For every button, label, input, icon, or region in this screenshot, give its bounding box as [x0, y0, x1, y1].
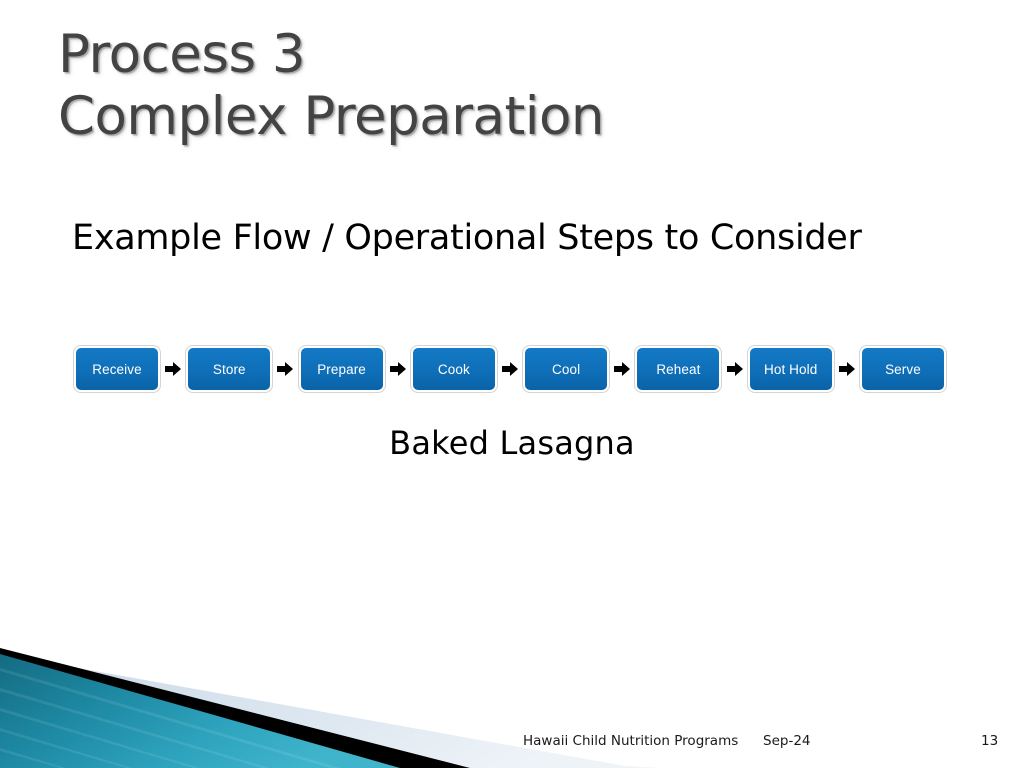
right-block-arrow-icon [613, 359, 631, 379]
right-block-arrow-icon [276, 359, 294, 379]
flow-step-fill: Receive [76, 348, 158, 390]
flow-step-label: Prepare [317, 361, 366, 377]
flow-step-fill: Store [188, 348, 271, 390]
footer-date: Sep-24 [763, 733, 811, 749]
flow-step-label: Hot Hold [764, 361, 818, 377]
footer-organization: Hawaii Child Nutrition Programs [523, 733, 739, 749]
right-block-arrow-icon [726, 359, 744, 379]
page-title: Process 3 Complex Preparation [58, 24, 938, 148]
flow-step-reheat[interactable]: Reheat [635, 346, 722, 392]
flow-step-fill: Reheat [637, 348, 720, 390]
flow-step-label: Cool [552, 361, 581, 377]
footer: Hawaii Child Nutrition Programs Sep-24 1… [0, 733, 1024, 757]
subtitle: Example Flow / Operational Steps to Cons… [72, 218, 862, 258]
flow-step-prepare[interactable]: Prepare [298, 346, 385, 392]
title-line-1: Process 3 [58, 24, 306, 85]
flow-step-serve[interactable]: Serve [859, 346, 946, 392]
flow-step-fill: Cook [412, 348, 495, 390]
diagram-caption: Baked Lasagna [389, 424, 635, 462]
flow-step-label: Store [212, 361, 246, 377]
slide: Process 3 Complex Preparation Example Fl… [0, 0, 1024, 768]
flow-step-cook[interactable]: Cook [410, 346, 497, 392]
flow-step-label: Receive [92, 361, 142, 377]
flow-step-cool[interactable]: Cool [523, 346, 610, 392]
flow-step-hot-hold[interactable]: Hot Hold [747, 346, 834, 392]
title-line-2: Complex Preparation [58, 86, 605, 147]
flow-step-receive[interactable]: Receive [74, 346, 160, 392]
flow-step-fill: Hot Hold [749, 348, 832, 390]
flow-step-fill: Cool [525, 348, 608, 390]
right-block-arrow-icon [838, 359, 856, 379]
right-block-arrow-icon [389, 359, 407, 379]
flow-step-store[interactable]: Store [186, 346, 273, 392]
flow-step-label: Reheat [656, 361, 701, 377]
process-flow-diagram: Receive Store Prepare Cook Cool Reheat H… [74, 344, 946, 394]
right-block-arrow-icon [501, 359, 519, 379]
flow-step-fill: Prepare [300, 348, 383, 390]
flow-step-fill: Serve [861, 348, 944, 390]
flow-step-label: Cook [437, 361, 470, 377]
flow-step-label: Serve [885, 361, 921, 377]
footer-page-number: 13 [981, 733, 999, 749]
right-block-arrow-icon [164, 359, 182, 379]
